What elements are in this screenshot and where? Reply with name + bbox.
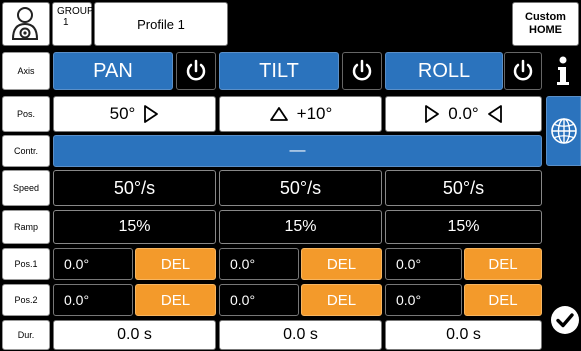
controller-bar-indicator: —: [289, 142, 306, 159]
pan-right-arrow-icon[interactable]: [143, 104, 159, 124]
del-label: DEL: [488, 255, 518, 273]
pan-duration-value: 0.0 s: [117, 326, 152, 343]
roll-left-arrow-icon[interactable]: [487, 104, 503, 124]
user-gear-icon: [11, 7, 39, 40]
globe-button[interactable]: [546, 96, 581, 166]
tilt-pos2-del-button[interactable]: DEL: [301, 284, 382, 316]
row-label-dur: Dur.: [2, 320, 50, 350]
row-label-pos: Pos.: [2, 96, 50, 132]
controller-bar[interactable]: —: [53, 135, 542, 167]
del-label: DEL: [488, 291, 518, 309]
del-label: DEL: [160, 255, 191, 273]
tilt-ramp-value: 15%: [284, 218, 317, 235]
pan-axis-label: PAN: [93, 59, 133, 82]
pan-pos1-del-button[interactable]: DEL: [135, 248, 216, 280]
tilt-position-value: +10°: [296, 104, 333, 123]
group-selector[interactable]: GROUP 1: [52, 2, 94, 46]
group-number: 1: [63, 17, 69, 28]
checkmark-icon: [550, 306, 579, 334]
tilt-pos1-del-button[interactable]: DEL: [301, 248, 382, 280]
pan-position-value: 50°: [109, 104, 136, 123]
tilt-axis-label: TILT: [259, 59, 299, 82]
roll-pos1-value: 0.0°: [396, 256, 422, 272]
pan-ramp-value: 15%: [118, 218, 151, 235]
power-icon: [513, 59, 533, 81]
confirm-button[interactable]: [548, 300, 581, 340]
tilt-duration-field[interactable]: 0.0 s: [219, 320, 382, 350]
roll-axis-button[interactable]: ROLL: [385, 52, 503, 90]
pan-position-field[interactable]: 50°: [53, 96, 216, 132]
roll-axis-label: ROLL: [417, 59, 471, 82]
roll-duration-field[interactable]: 0.0 s: [385, 320, 542, 350]
globe-icon: [550, 118, 577, 144]
roll-ramp-value: 15%: [447, 218, 480, 235]
roll-ramp-field[interactable]: 15%: [385, 210, 542, 244]
pan-pos2-del-button[interactable]: DEL: [135, 284, 216, 316]
tilt-up-arrow-icon[interactable]: [269, 106, 289, 122]
tilt-axis-button[interactable]: TILT: [219, 52, 339, 90]
pan-speed-value: 50°/s: [113, 177, 156, 198]
pan-power-button[interactable]: [176, 52, 216, 90]
roll-speed-value: 50°/s: [442, 177, 485, 198]
roll-duration-value: 0.0 s: [446, 326, 481, 343]
profile-name-button[interactable]: Profile 1: [94, 2, 228, 46]
del-label: DEL: [326, 255, 357, 273]
tilt-duration-value: 0.0 s: [283, 326, 318, 343]
del-label: DEL: [160, 291, 191, 309]
roll-pos1-field[interactable]: 0.0°: [385, 248, 462, 280]
row-label-axis: Axis: [2, 52, 50, 90]
group-label: GROUP: [57, 6, 94, 17]
pan-pos1-value: 0.0°: [64, 256, 90, 272]
tilt-ramp-field[interactable]: 15%: [219, 210, 382, 244]
pan-pos2-value: 0.0°: [64, 292, 90, 308]
pan-ramp-field[interactable]: 15%: [53, 210, 216, 244]
info-button[interactable]: [546, 52, 579, 90]
power-icon: [352, 59, 372, 81]
tilt-power-button[interactable]: [342, 52, 382, 90]
roll-position-field[interactable]: 0.0°: [385, 96, 542, 132]
pan-pos2-field[interactable]: 0.0°: [53, 284, 133, 316]
tilt-speed-value: 50°/s: [279, 177, 322, 198]
row-label-pos2: Pos.2: [2, 284, 50, 316]
row-label-contr: Contr.: [2, 135, 50, 167]
row-label-pos1: Pos.1: [2, 248, 50, 280]
info-icon: [556, 56, 569, 85]
roll-position-value: 0.0°: [448, 104, 479, 123]
tilt-pos1-value: 0.0°: [230, 256, 256, 272]
tilt-pos2-value: 0.0°: [230, 292, 256, 308]
tilt-pos2-field[interactable]: 0.0°: [219, 284, 299, 316]
roll-pos2-del-button[interactable]: DEL: [464, 284, 542, 316]
custom-home-line2: HOME: [529, 24, 562, 36]
roll-power-button[interactable]: [504, 52, 542, 90]
roll-pos1-del-button[interactable]: DEL: [464, 248, 542, 280]
profile-name: Profile 1: [137, 16, 185, 32]
roll-pos2-field[interactable]: 0.0°: [385, 284, 462, 316]
power-icon: [186, 59, 206, 81]
roll-right-arrow-icon[interactable]: [424, 104, 440, 124]
pan-axis-button[interactable]: PAN: [53, 52, 173, 90]
tilt-pos1-field[interactable]: 0.0°: [219, 248, 299, 280]
roll-speed-field[interactable]: 50°/s: [385, 170, 542, 206]
custom-home-button[interactable]: Custom HOME: [512, 2, 579, 46]
row-label-ramp: Ramp: [2, 210, 50, 244]
tilt-position-field[interactable]: +10°: [219, 96, 382, 132]
pan-speed-field[interactable]: 50°/s: [53, 170, 216, 206]
row-label-speed: Speed: [2, 170, 50, 206]
custom-home-line1: Custom: [525, 11, 566, 23]
roll-pos2-value: 0.0°: [396, 292, 422, 308]
del-label: DEL: [326, 291, 357, 309]
pan-pos1-field[interactable]: 0.0°: [53, 248, 133, 280]
user-settings-button[interactable]: [2, 2, 50, 46]
pan-duration-field[interactable]: 0.0 s: [53, 320, 216, 350]
tilt-speed-field[interactable]: 50°/s: [219, 170, 382, 206]
